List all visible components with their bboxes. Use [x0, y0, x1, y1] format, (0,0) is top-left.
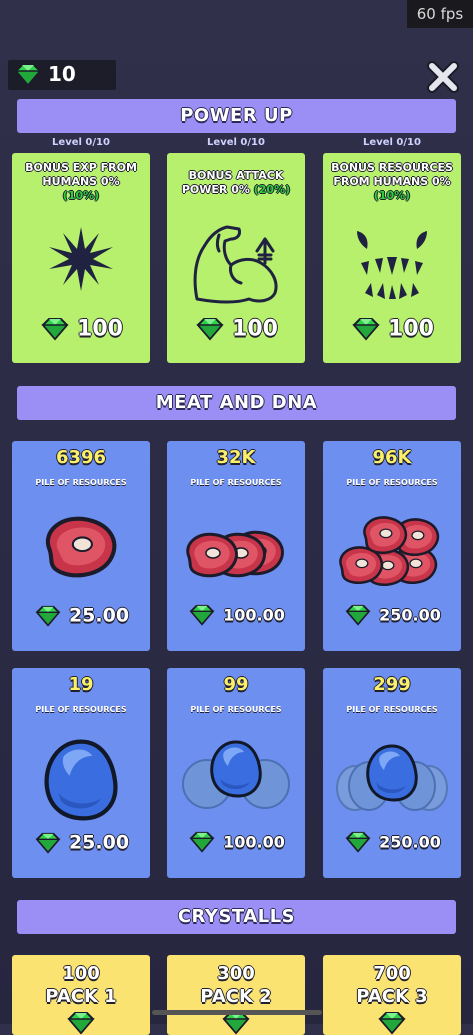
fangs-icon [357, 231, 427, 299]
resource-amount: 299 [373, 674, 411, 695]
resource-label: PILE OF RESOURCES [35, 478, 127, 487]
power-up-title: BONUS RESOURCES FROM HUMANS 0% (10%) [331, 161, 453, 202]
resource-label: PILE OF RESOURCES [190, 705, 282, 714]
gem-icon [197, 318, 224, 340]
price: 100.00 [167, 604, 305, 626]
gem-icon [36, 832, 60, 853]
pack-amount: 100 [62, 963, 100, 984]
price: 100 [12, 316, 150, 342]
section-header-power-up: POWER UP [17, 99, 456, 133]
resource-card[interactable]: 19 PILE OF RESOURCES 25.00 [12, 668, 150, 878]
pack-name: PACK 1 [45, 986, 117, 1007]
price: 250.00 [323, 831, 461, 853]
resource-amount: 99 [223, 674, 249, 695]
meat-icon [36, 507, 126, 587]
resource-label: PILE OF RESOURCES [190, 478, 282, 487]
fps-counter: 60 fps [407, 0, 473, 28]
pack-amount: 700 [373, 963, 411, 984]
price: 100.00 [167, 831, 305, 853]
gem-icon [68, 1012, 94, 1034]
gem-icon [346, 831, 371, 853]
resource-card[interactable]: 96K PILE OF RESOURCES 250.00 [323, 441, 461, 651]
power-up-level: Level 0/10 [363, 137, 421, 148]
price: 250.00 [323, 604, 461, 626]
crystal-pack-card[interactable]: 100 PACK 1 [12, 955, 150, 1035]
gem-icon [346, 604, 371, 626]
gem-icon [379, 1012, 405, 1034]
resource-card[interactable]: 299 PILE OF RESOURCES 250.00 [323, 668, 461, 878]
resource-amount: 19 [68, 674, 94, 695]
meat-pile-icon [339, 516, 440, 587]
crystal-pack-card[interactable]: 300 PACK 2 [167, 955, 305, 1035]
power-up-level: Level 0/10 [207, 137, 265, 148]
resource-amount: 6396 [55, 447, 107, 468]
price: 25.00 [12, 604, 150, 627]
gem-icon [36, 605, 60, 626]
gem-balance: 10 [8, 60, 116, 90]
price: 25.00 [12, 831, 150, 854]
gem-icon [190, 831, 215, 853]
gem-icon [42, 318, 69, 340]
pack-name: PACK 2 [200, 986, 272, 1007]
dna-egg-icon [38, 736, 124, 824]
crystal-pack-card[interactable]: 700 PACK 3 [323, 955, 461, 1035]
muscle-arm-icon [193, 225, 278, 304]
price: 100 [167, 316, 305, 342]
resource-label: PILE OF RESOURCES [35, 705, 127, 714]
price: 100 [323, 316, 461, 342]
resource-label: PILE OF RESOURCES [346, 478, 438, 487]
resource-card[interactable]: 32K PILE OF RESOURCES 100.00 [167, 441, 305, 651]
power-up-card-resources[interactable]: BONUS RESOURCES FROM HUMANS 0% (10%) 100 [323, 153, 461, 363]
pack-amount: 300 [217, 963, 255, 984]
power-up-title: BONUS ATTACK POWER 0% (20%) [181, 169, 291, 196]
power-up-card-attack[interactable]: BONUS ATTACK POWER 0% (20%) 100 [167, 153, 305, 363]
power-up-card-exp[interactable]: BONUS EXP FROM HUMANS 0% (10%) 100 [12, 153, 150, 363]
gem-icon [190, 604, 215, 626]
resource-card[interactable]: 99 PILE OF RESOURCES 100.00 [167, 668, 305, 878]
resource-amount: 96K [372, 447, 412, 468]
power-up-title: BONUS EXP FROM HUMANS 0% (10%) [25, 161, 137, 202]
close-icon[interactable] [426, 60, 460, 94]
gem-icon [15, 64, 41, 86]
power-up-level: Level 0/10 [52, 137, 110, 148]
home-indicator[interactable] [152, 1010, 322, 1015]
burst-icon [49, 227, 113, 291]
pack-name: PACK 3 [356, 986, 428, 1007]
section-header-crystalls: CRYSTALLS [17, 900, 456, 934]
resource-label: PILE OF RESOURCES [346, 705, 438, 714]
dna-egg-pile-icon [336, 744, 448, 811]
section-header-meat-dna: MEAT AND DNA [17, 386, 456, 420]
resource-amount: 32K [216, 447, 256, 468]
resource-card[interactable]: 6396 PILE OF RESOURCES 25.00 [12, 441, 150, 651]
gem-count: 10 [48, 62, 76, 86]
meat-stack-icon [186, 530, 284, 578]
gem-icon [353, 318, 380, 340]
dna-egg-stack-icon [182, 740, 290, 809]
